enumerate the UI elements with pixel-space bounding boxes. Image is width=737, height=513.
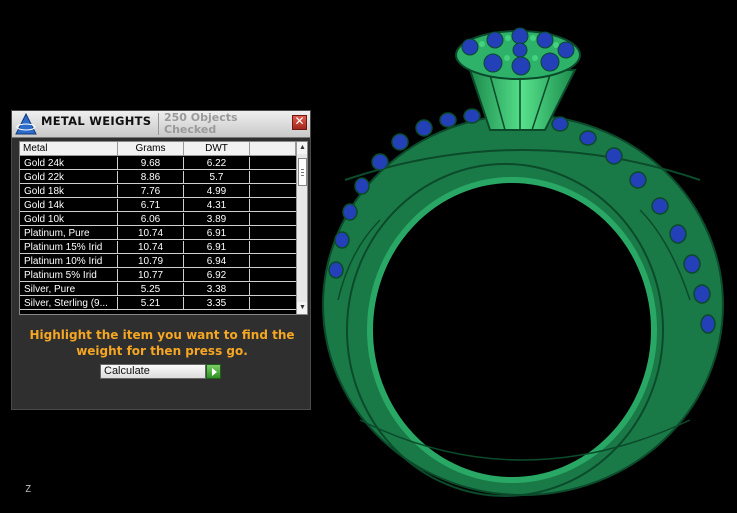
title-divider: [158, 113, 159, 135]
empty-cell: [250, 171, 296, 184]
grams-cell: 7.76: [118, 185, 184, 198]
empty-cell: [250, 227, 296, 240]
metal-cell: Gold 14k: [20, 199, 118, 212]
close-button[interactable]: ✕: [292, 114, 307, 130]
empty-cell: [250, 157, 296, 170]
metal-weights-list[interactable]: Metal Grams DWT Gold 24k 9.68 6.22 Gold 22k…: [19, 141, 308, 315]
objects-checked-status: 250 Objects Checked: [164, 111, 238, 136]
table-row[interactable]: Gold 18k 7.76 4.99: [20, 185, 296, 199]
dwt-cell: 4.99: [184, 185, 250, 198]
go-arrow-icon: [212, 368, 217, 376]
table-row[interactable]: Gold 24k 9.68 6.22: [20, 157, 296, 171]
dwt-cell: 5.7: [184, 171, 250, 184]
scroll-thumb[interactable]: [298, 158, 307, 186]
metal-cell: Silver, Pure: [20, 283, 118, 296]
dwt-cell: 6.22: [184, 157, 250, 170]
dwt-cell: 3.89: [184, 213, 250, 226]
grams-cell: 10.74: [118, 241, 184, 254]
panel-title: METAL WEIGHTS: [41, 114, 152, 128]
empty-cell: [250, 255, 296, 268]
table-row[interactable]: Gold 14k 6.71 4.31: [20, 199, 296, 213]
table-row[interactable]: Gold 22k 8.86 5.7: [20, 171, 296, 185]
dwt-cell: 3.38: [184, 283, 250, 296]
metal-cell: Gold 24k: [20, 157, 118, 170]
grams-cell: 9.68: [118, 157, 184, 170]
metal-cell: Platinum 15% Irid: [20, 241, 118, 254]
column-header-grams[interactable]: Grams: [118, 142, 184, 156]
metal-cell: Platinum 10% Irid: [20, 255, 118, 268]
dwt-cell: 6.92: [184, 269, 250, 282]
calculate-select[interactable]: Calculate: [100, 364, 206, 379]
close-icon: ✕: [294, 114, 305, 128]
empty-cell: [250, 269, 296, 282]
metal-cell: Platinum, Pure: [20, 227, 118, 240]
instruction-text: Highlight the item you want to find the …: [29, 328, 295, 358]
grams-cell: 5.25: [118, 283, 184, 296]
metal-cell: Silver, Sterling (9...: [20, 297, 118, 310]
grams-cell: 10.77: [118, 269, 184, 282]
dwt-cell: 4.31: [184, 199, 250, 212]
panel-titlebar[interactable]: METAL WEIGHTS 250 Objects Checked ✕: [12, 111, 310, 138]
grams-cell: 5.21: [118, 297, 184, 310]
column-header-dwt[interactable]: DWT: [184, 142, 250, 156]
empty-cell: [250, 185, 296, 198]
scroll-up-icon[interactable]: ▲: [297, 142, 307, 154]
metal-weights-panel: METAL WEIGHTS 250 Objects Checked ✕ Meta…: [11, 110, 311, 410]
empty-cell: [250, 199, 296, 212]
column-header-empty: [250, 142, 296, 156]
dwt-cell: 6.91: [184, 227, 250, 240]
metal-cell: Platinum 5% Irid: [20, 269, 118, 282]
grams-cell: 8.86: [118, 171, 184, 184]
list-scrollbar[interactable]: ▲ ▼: [296, 142, 307, 314]
grams-cell: 10.79: [118, 255, 184, 268]
table-row[interactable]: Silver, Sterling (9... 5.21 3.35: [20, 297, 296, 311]
grams-cell: 6.71: [118, 199, 184, 212]
grams-cell: 10.74: [118, 227, 184, 240]
dwt-cell: 3.35: [184, 297, 250, 310]
list-header: Metal Grams DWT: [20, 142, 296, 156]
column-header-metal[interactable]: Metal: [20, 142, 118, 156]
table-row[interactable]: Platinum 10% Irid 10.79 6.94: [20, 255, 296, 269]
table-row[interactable]: Platinum, Pure 10.74 6.91: [20, 227, 296, 241]
grams-cell: 6.06: [118, 213, 184, 226]
metal-cell: Gold 18k: [20, 185, 118, 198]
dwt-cell: 6.94: [184, 255, 250, 268]
metal-cell: Gold 22k: [20, 171, 118, 184]
dwt-cell: 6.91: [184, 241, 250, 254]
metal-cell: Gold 10k: [20, 213, 118, 226]
table-row[interactable]: Platinum 15% Irid 10.74 6.91: [20, 241, 296, 255]
table-row[interactable]: Silver, Pure 5.25 3.38: [20, 283, 296, 297]
list-rows: Gold 24k 9.68 6.22 Gold 22k 8.86 5.7 Gold 18k 7…: [20, 157, 296, 311]
scroll-down-icon[interactable]: ▼: [297, 302, 307, 314]
empty-cell: [250, 241, 296, 254]
empty-cell: [250, 213, 296, 226]
empty-cell: [250, 283, 296, 296]
axis-label-z: Z: [25, 484, 32, 495]
app-logo-icon: [15, 112, 37, 135]
go-button[interactable]: [206, 364, 221, 379]
empty-cell: [250, 297, 296, 310]
table-row[interactable]: Platinum 5% Irid 10.77 6.92: [20, 269, 296, 283]
table-row[interactable]: Gold 10k 6.06 3.89: [20, 213, 296, 227]
